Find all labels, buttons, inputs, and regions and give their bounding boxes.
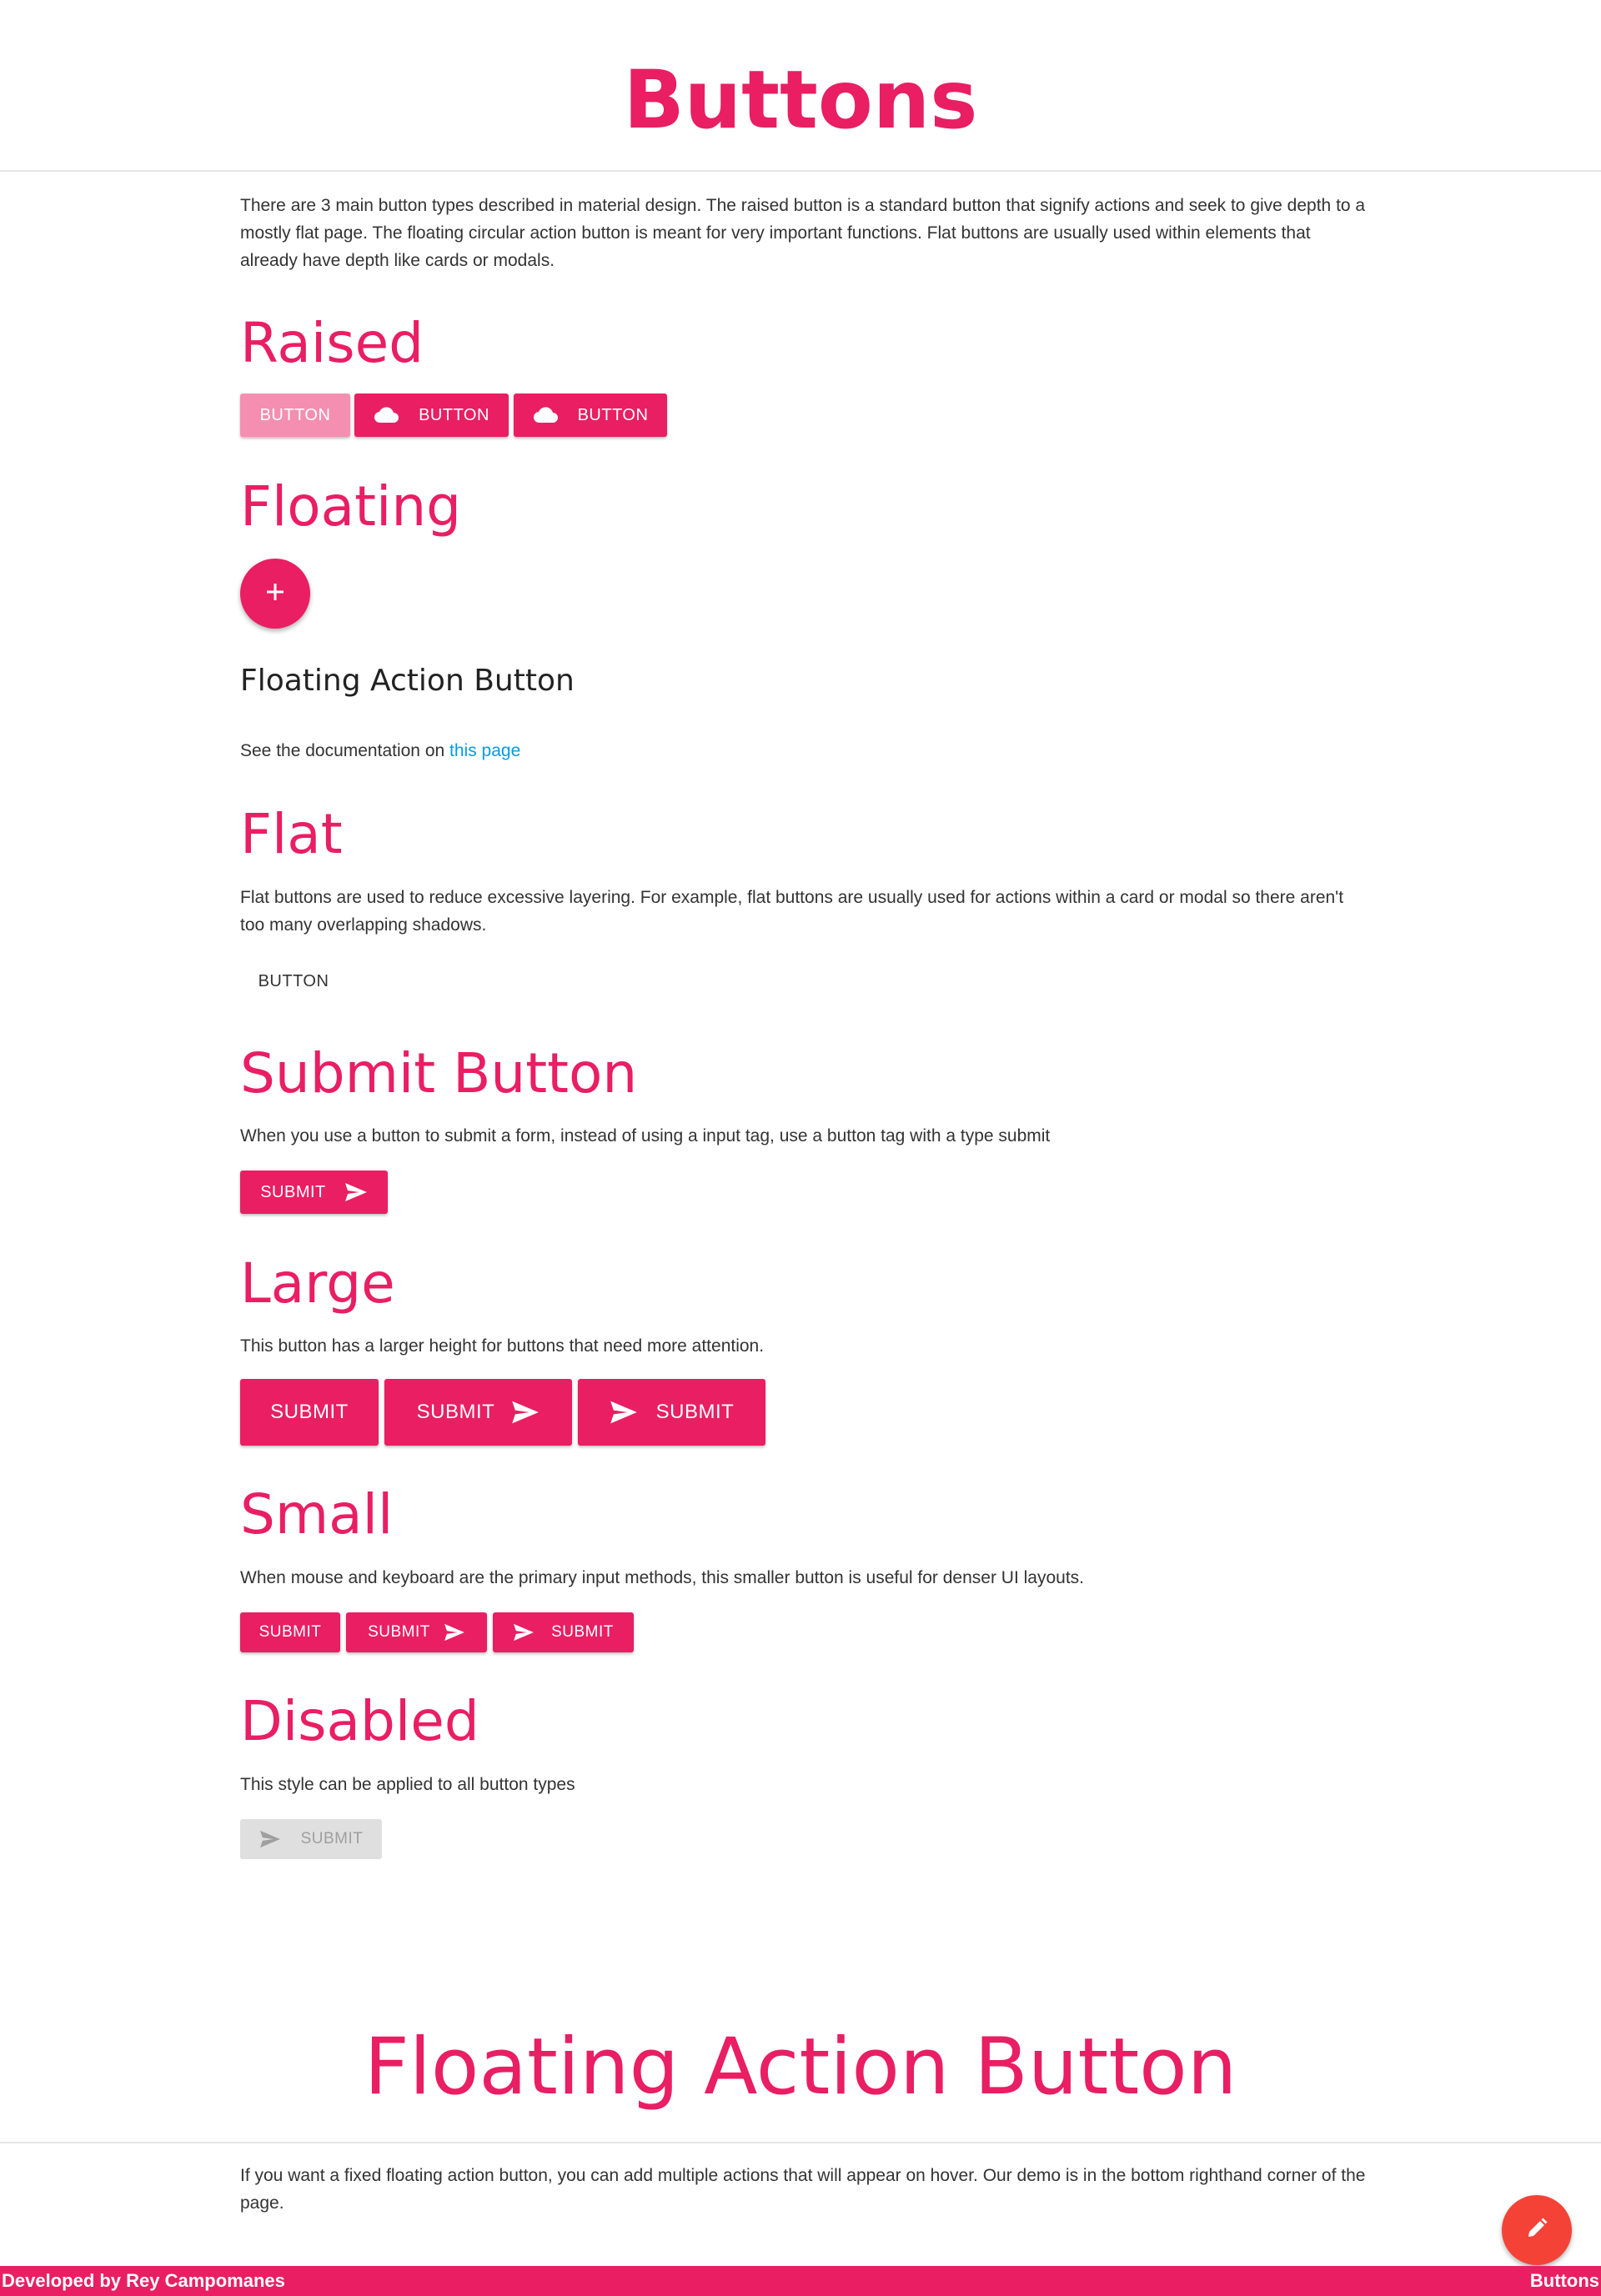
large-submit-button-3-label: SUBMIT xyxy=(655,1401,735,1423)
disabled-submit-button-label: SUBMIT xyxy=(300,1830,364,1847)
flat-heading: Flat xyxy=(240,802,343,866)
intro-block: There are 3 main button types described … xyxy=(240,192,1366,274)
pencil-icon xyxy=(1524,2216,1549,2245)
intro-text: There are 3 main button types described … xyxy=(240,196,1366,270)
raised-section: Raised xyxy=(240,310,1366,377)
fab-section-divider xyxy=(0,2142,1601,2143)
floating-doc-prefix: See the documentation on xyxy=(240,741,450,760)
submit-description: When you use a button to submit a form, … xyxy=(240,1126,1051,1145)
send-icon xyxy=(259,1830,281,1848)
floating-heading: Floating xyxy=(240,474,462,539)
small-description: When mouse and keyboard are the primary … xyxy=(240,1568,1084,1587)
small-submit-button-1[interactable]: SUBMIT xyxy=(240,1612,340,1652)
small-submit-button-1-label: SUBMIT xyxy=(258,1623,322,1641)
large-section: Large xyxy=(240,1251,1366,1317)
small-description-block: When mouse and keyboard are the primary … xyxy=(240,1564,1366,1592)
send-icon xyxy=(444,1623,465,1642)
raised-button-1[interactable]: BUTTON xyxy=(240,394,350,437)
footer-credit: Developed by Rey Campomanes xyxy=(2,2270,285,2291)
disabled-section: Disabled xyxy=(240,1688,1366,1755)
cloud-icon xyxy=(374,406,399,424)
disabled-description: This style can be applied to all button … xyxy=(240,1775,575,1794)
plus-icon xyxy=(264,581,286,607)
fab-section-description-block: If you want a fixed floating action butt… xyxy=(240,2162,1366,2217)
floating-action-button[interactable] xyxy=(240,559,310,629)
submit-heading: Submit Button xyxy=(240,1041,638,1105)
footer-bar: Developed by Rey Campomanes Buttons xyxy=(0,2266,1601,2296)
raised-button-2-label: BUTTON xyxy=(419,405,489,424)
send-icon xyxy=(511,1400,540,1425)
footer-page-name: Buttons xyxy=(1529,2270,1599,2291)
header-divider xyxy=(0,170,1601,172)
flat-description: Flat buttons are used to reduce excessiv… xyxy=(240,888,1344,935)
submit-button-label: SUBMIT xyxy=(260,1182,326,1201)
large-description: This button has a larger height for butt… xyxy=(240,1336,765,1356)
large-submit-button-2[interactable]: SUBMIT xyxy=(384,1379,572,1446)
floating-doc: See the documentation on this page xyxy=(240,737,1366,764)
documentation-link[interactable]: this page xyxy=(449,741,520,760)
small-submit-button-3[interactable]: SUBMIT xyxy=(493,1612,634,1652)
raised-heading: Raised xyxy=(240,311,424,375)
raised-button-2[interactable]: BUTTON xyxy=(354,394,509,437)
cloud-icon xyxy=(533,406,558,424)
large-heading: Large xyxy=(240,1251,395,1316)
disabled-description-block: This style can be applied to all button … xyxy=(240,1771,1366,1798)
disabled-submit-button: SUBMIT xyxy=(240,1819,382,1859)
small-submit-button-3-label: SUBMIT xyxy=(551,1623,614,1641)
disabled-heading: Disabled xyxy=(240,1689,479,1753)
large-description-block: This button has a larger height for butt… xyxy=(240,1332,1366,1360)
send-icon xyxy=(610,1400,638,1425)
flat-description-block: Flat buttons are used to reduce excessiv… xyxy=(240,884,1366,939)
flat-button[interactable]: BUTTON xyxy=(240,965,347,997)
floating-doc-text: See the documentation on this page xyxy=(240,737,1366,764)
fab-section-title: Floating Action Button xyxy=(364,2022,1237,2113)
small-section: Small xyxy=(240,1481,1366,1548)
flat-section: Flat xyxy=(240,801,1366,868)
flat-button-label: BUTTON xyxy=(258,971,329,990)
submit-section: Submit Button xyxy=(240,1040,1366,1107)
floating-subheading: Floating Action Button xyxy=(240,664,575,698)
small-submit-button-2[interactable]: SUBMIT xyxy=(346,1612,487,1652)
submit-button[interactable]: SUBMIT xyxy=(240,1171,388,1214)
small-heading: Small xyxy=(240,1482,394,1547)
fab-section-description: If you want a fixed floating action butt… xyxy=(240,2166,1366,2213)
send-icon xyxy=(344,1182,368,1202)
raised-button-3[interactable]: BUTTON xyxy=(514,394,667,437)
raised-button-1-label: BUTTON xyxy=(259,405,331,424)
large-submit-button-3[interactable]: SUBMIT xyxy=(578,1379,765,1446)
fixed-floating-action-button[interactable] xyxy=(1502,2195,1572,2265)
floating-section: Floating xyxy=(240,474,1366,540)
raised-button-3-label: BUTTON xyxy=(577,405,649,424)
small-submit-button-2-label: SUBMIT xyxy=(368,1623,430,1641)
page-title: Buttons xyxy=(623,53,978,147)
large-submit-button-1[interactable]: SUBMIT xyxy=(240,1379,379,1446)
large-submit-button-1-label: SUBMIT xyxy=(270,1401,349,1423)
submit-description-block: When you use a button to submit a form, … xyxy=(240,1122,1366,1150)
large-submit-button-2-label: SUBMIT xyxy=(416,1401,495,1423)
send-icon xyxy=(513,1623,535,1642)
floating-subsection: Floating Action Button xyxy=(240,664,1366,698)
